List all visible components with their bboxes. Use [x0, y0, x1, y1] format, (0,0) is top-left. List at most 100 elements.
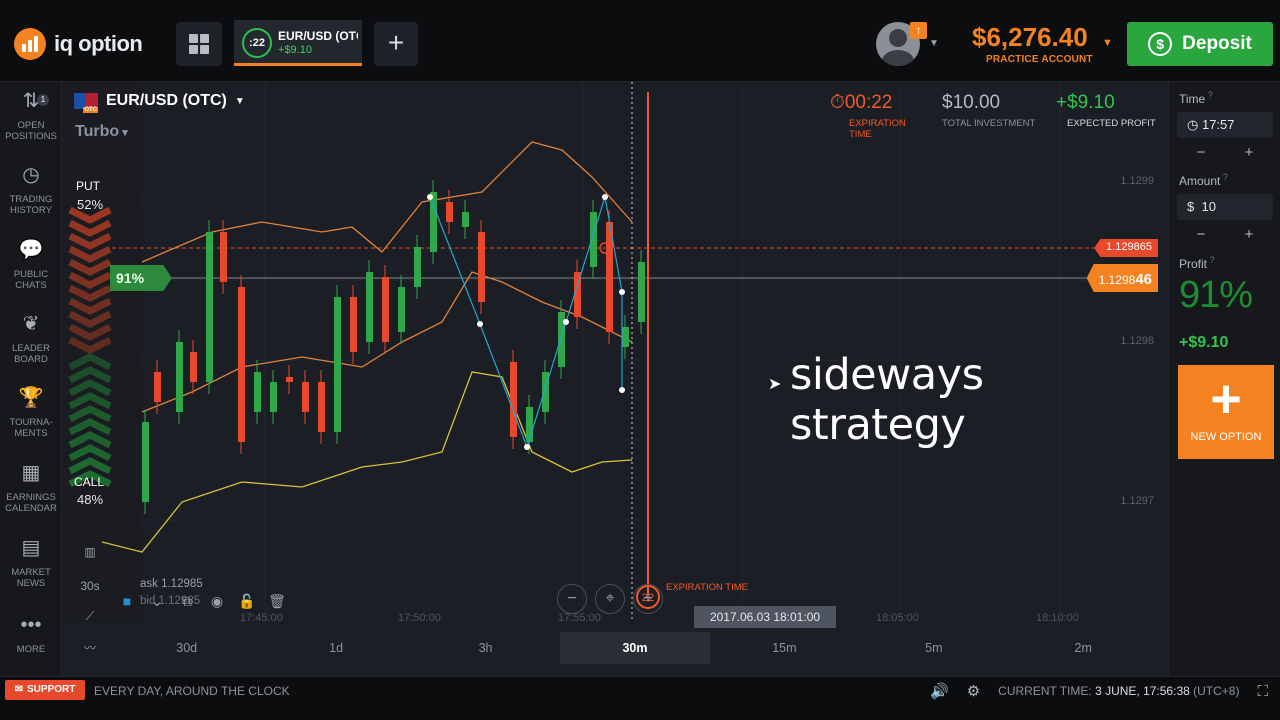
deposit-button[interactable]: $ Deposit — [1127, 22, 1273, 66]
sidebar-item-label: PUBLIC CHATS — [13, 269, 49, 291]
calendar-icon: ▦ — [21, 462, 41, 484]
y-tick-label: 1.1297 — [1120, 495, 1154, 507]
copy-icon[interactable]: ⧉ — [178, 592, 196, 610]
pair-name: EUR/USD (OTC) — [106, 92, 227, 109]
dollar-coin-icon: $ — [1148, 32, 1173, 56]
timeframe-option-active[interactable]: 30m — [560, 632, 710, 664]
sidebar-item-trading-history[interactable]: ◷ TRADING HISTORY — [0, 162, 62, 232]
put-percent: 52% — [77, 197, 104, 212]
time-stepper: − + — [1177, 144, 1273, 161]
profit-label: Profit ? — [1179, 255, 1215, 271]
call-label: CALL — [74, 475, 105, 489]
timeframe-option[interactable]: 1d — [261, 632, 410, 664]
chevron-down-icon[interactable]: ▼ — [1102, 37, 1113, 49]
time-label: Time ? — [1179, 90, 1213, 106]
chevron-down-icon[interactable]: ▼ — [929, 38, 939, 49]
sidebar-item-label: OPEN POSITIONS — [5, 120, 57, 142]
amount-increment-button[interactable]: + — [1245, 226, 1254, 243]
upgrade-badge: ↑ — [910, 22, 927, 39]
y-tick-label: 1.1298 — [1120, 335, 1154, 347]
expected-profit: +$9.10 EXPECTED PROFIT — [1056, 92, 1156, 129]
open-positions-badge: 1 — [37, 94, 49, 106]
support-button[interactable]: ✉ SUPPORT — [5, 680, 85, 700]
trash-icon[interactable]: 🗑 — [268, 592, 286, 610]
indicator-icon[interactable]: 〰 — [70, 639, 110, 656]
sound-icon[interactable]: 🔊 — [930, 682, 949, 700]
zoom-out-button[interactable]: − — [557, 584, 587, 614]
sidebar-item-public-chats[interactable]: 💬 PUBLIC CHATS — [0, 237, 62, 307]
strategy-point — [427, 194, 433, 200]
candle-body — [302, 382, 309, 412]
account-type: PRACTICE ACCOUNT — [986, 54, 1093, 65]
time-decrement-button[interactable]: − — [1197, 144, 1206, 161]
draw-tool-icon[interactable]: ⟋ — [70, 609, 110, 624]
option-mode-selector[interactable]: Turbo — [75, 123, 128, 141]
strategy-point — [477, 321, 483, 327]
asset-tab[interactable]: :22 EUR/USD (OTC) +$9.10 — [234, 20, 362, 66]
drawing-toolbar: ■ ⌄ ⧉ ◉ 🔓 🗑 — [118, 592, 286, 610]
plus-icon: + — [1210, 369, 1242, 429]
chart-type-icon[interactable]: ▥ — [70, 545, 110, 559]
zoom-in-button[interactable]: + — [633, 584, 663, 614]
logo-text: iq option — [54, 31, 143, 56]
new-option-button[interactable]: + NEW OPTION — [1178, 365, 1274, 459]
sidebar-item-earnings-calendar[interactable]: ▦ EARNINGS CALENDAR — [0, 460, 62, 530]
color-swatch-icon[interactable]: ■ — [118, 592, 136, 610]
chevron-down-icon[interactable]: ⌄ — [148, 592, 166, 610]
account-balance[interactable]: $6,276.40 — [972, 22, 1088, 53]
time-field[interactable]: ◷ 17:57 — [1177, 112, 1273, 138]
trade-panel: Time ? ◷ 17:57 − + Amount ? $ 10 − + Profi… — [1168, 82, 1280, 676]
amount-field[interactable]: $ 10 — [1177, 194, 1273, 220]
footer: ✉ SUPPORT EVERY DAY, AROUND THE CLOCK 🔊 ⚙… — [0, 676, 1280, 720]
amount-decrement-button[interactable]: − — [1197, 226, 1206, 243]
footer-status: 🔊 ⚙ CURRENT TIME: 3 JUNE, 17:56:38 (UTC+… — [930, 682, 1268, 701]
lock-icon[interactable]: 🔓 — [238, 592, 256, 610]
call-percent: 48% — [77, 492, 104, 507]
asset-tab-name: EUR/USD (OTC) — [278, 29, 358, 43]
chart-area[interactable]: 22 OTC EUR/USD (OTC) ▼ Turbo PUT 52% CAL… — [62, 82, 1168, 676]
strike-price-tag: 1.129865 — [1094, 239, 1158, 257]
sidebar-item-label: LEADER BOARD — [11, 343, 50, 365]
eye-icon[interactable]: ◉ — [208, 592, 226, 610]
trophy-icon: 🏆 — [18, 387, 44, 409]
asset-selector[interactable]: OTC EUR/USD (OTC) ▼ — [74, 92, 245, 113]
sidebar-item-open-positions[interactable]: ⇅ 1 OPEN POSITIONS — [0, 88, 62, 158]
asset-grid-button[interactable] — [176, 22, 222, 66]
strategy-point — [602, 194, 608, 200]
candle-body — [176, 342, 183, 412]
left-timeframe[interactable]: 30s — [70, 579, 110, 593]
timeframe-option[interactable]: 3h — [411, 632, 560, 664]
sidebar-item-leader-board[interactable]: ❦ LEADER BOARD — [0, 311, 62, 381]
sidebar-item-market-news[interactable]: ▤ MARKET NEWS — [0, 535, 62, 605]
candle-body — [238, 287, 245, 442]
fullscreen-icon[interactable]: ⛶ — [1257, 683, 1268, 700]
candle-body — [478, 232, 485, 302]
timeframe-option[interactable]: 5m — [859, 632, 1008, 664]
add-asset-tab-button[interactable]: + — [374, 22, 418, 66]
time-increment-button[interactable]: + — [1245, 144, 1254, 161]
gear-icon[interactable]: ⚙ — [967, 682, 980, 700]
candle-body — [254, 372, 261, 412]
stopwatch-icon: ⏱ — [830, 92, 845, 113]
payout-tag: 91% — [110, 265, 172, 291]
candle-body — [154, 372, 161, 402]
strategy-point — [619, 289, 625, 295]
sidebar-item-tournaments[interactable]: 🏆 TOURNA- MENTS — [0, 385, 62, 455]
crosshair-button[interactable]: ⌖ — [595, 584, 625, 614]
candle-body — [318, 382, 325, 432]
timeframe-option[interactable]: 30d — [112, 632, 261, 664]
trading-app: iq option :22 EUR/USD (OTC) +$9.10 + ↑ ▼… — [0, 0, 1280, 720]
x-tick-label: 18:10:00 — [1036, 612, 1079, 624]
amount-stepper: − + — [1177, 226, 1273, 243]
expiration-date: 2017.06.03 18:01:00 — [694, 606, 836, 628]
chat-bubbles-icon: 💬 — [18, 239, 44, 261]
timeframe-option[interactable]: 2m — [1009, 632, 1158, 664]
logo[interactable]: iq option — [14, 28, 143, 60]
sidebar-item-more[interactable]: ••• MORE — [0, 612, 62, 682]
timeframe-option[interactable]: 15m — [710, 632, 859, 664]
candle-body — [622, 327, 629, 347]
candle-body — [190, 352, 197, 382]
candle-body — [638, 262, 645, 322]
video-caption: sideways strategy — [790, 350, 984, 450]
candle-body — [590, 212, 597, 267]
